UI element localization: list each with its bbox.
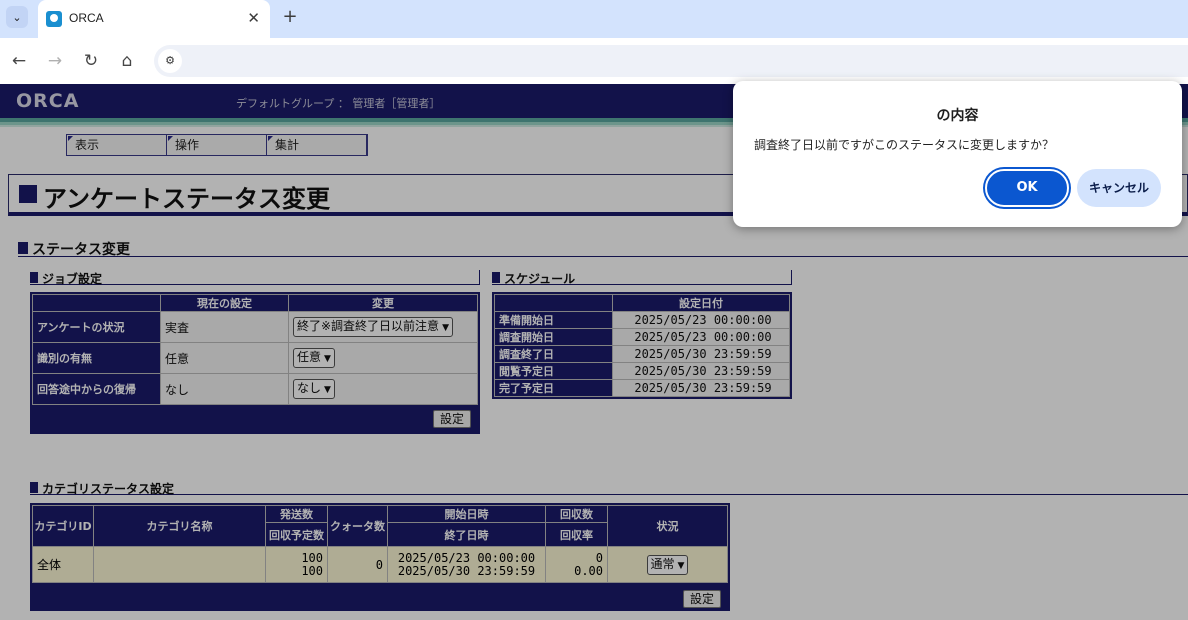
orca-favicon-icon (46, 11, 62, 27)
confirm-dialog: の内容 調査終了日以前ですがこのステータスに変更しますか？ OK キャンセル (733, 81, 1182, 227)
forward-button[interactable]: → (44, 50, 66, 72)
address-bar[interactable]: ⚙ (154, 45, 1188, 77)
dialog-message: 調査終了日以前ですがこのステータスに変更しますか？ (754, 138, 1055, 152)
site-info-icon[interactable]: ⚙ (158, 49, 182, 73)
dialog-title: の内容 (936, 108, 979, 124)
ok-button[interactable]: OK (985, 169, 1069, 207)
back-button[interactable]: ← (8, 50, 30, 72)
tab-close-icon[interactable]: ✕ (247, 9, 260, 27)
tab-strip: ⌄ ORCA ✕ + (0, 0, 1188, 38)
new-tab-button[interactable]: + (280, 6, 300, 28)
tab-orca[interactable]: ORCA ✕ (38, 0, 270, 38)
reload-button[interactable]: ↻ (80, 50, 102, 72)
cancel-button[interactable]: キャンセル (1077, 169, 1161, 207)
browser-toolbar: ← → ↻ ⌂ ⚙ (0, 38, 1188, 84)
tab-search-button[interactable]: ⌄ (6, 6, 28, 28)
home-button[interactable]: ⌂ (116, 50, 138, 72)
tab-title: ORCA (69, 11, 104, 25)
